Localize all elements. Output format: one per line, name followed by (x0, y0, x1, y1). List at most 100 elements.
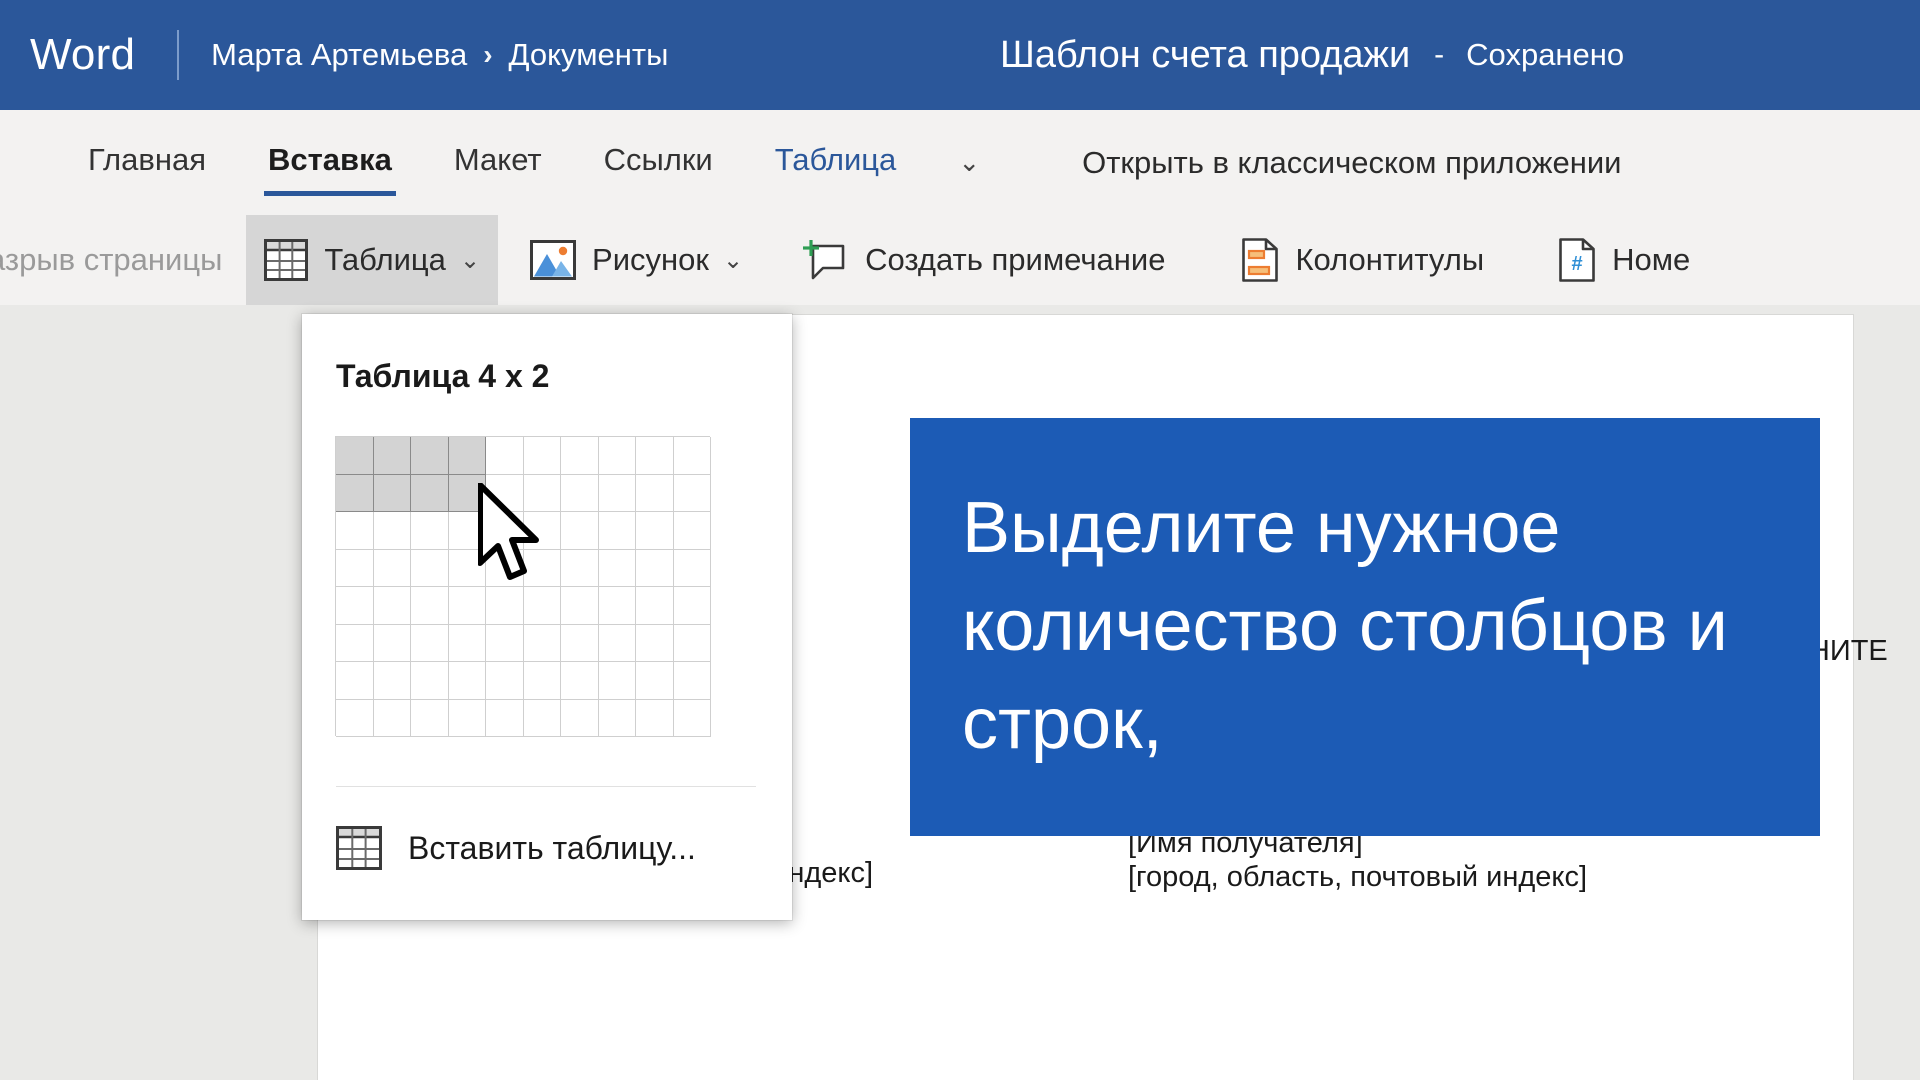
breadcrumb-owner[interactable]: Марта Артемьева (211, 37, 467, 73)
table-size-cell-9x7[interactable] (636, 662, 674, 700)
table-size-cell-7x8[interactable] (561, 699, 599, 737)
save-status-label[interactable]: Сохранено (1466, 37, 1624, 73)
table-size-cell-2x6[interactable] (373, 624, 411, 662)
table-size-cell-10x5[interactable] (673, 587, 711, 625)
table-size-cell-10x2[interactable] (673, 474, 711, 512)
table-size-cell-1x2[interactable] (336, 474, 374, 512)
toolbar-picture-button[interactable]: Рисунок ⌄ (512, 215, 761, 305)
table-size-cell-5x5[interactable] (486, 587, 524, 625)
tab-layout[interactable]: Макет (454, 142, 542, 184)
table-size-cell-3x4[interactable] (411, 549, 449, 587)
table-size-cell-2x4[interactable] (373, 549, 411, 587)
table-size-cell-5x7[interactable] (486, 662, 524, 700)
toolbar-table-button[interactable]: Таблица ⌄ (246, 215, 499, 305)
table-size-cell-1x1[interactable] (336, 437, 374, 475)
table-size-cell-6x8[interactable] (523, 699, 561, 737)
table-size-cell-6x7[interactable] (523, 662, 561, 700)
breadcrumb-folder[interactable]: Документы (509, 37, 669, 73)
table-size-cell-5x3[interactable] (486, 512, 524, 550)
table-size-cell-10x3[interactable] (673, 512, 711, 550)
table-size-cell-2x5[interactable] (373, 587, 411, 625)
table-size-cell-6x2[interactable] (523, 474, 561, 512)
table-size-cell-5x8[interactable] (486, 699, 524, 737)
table-size-cell-9x1[interactable] (636, 437, 674, 475)
table-size-cell-5x4[interactable] (486, 549, 524, 587)
document-title[interactable]: Шаблон счета продажи (1000, 34, 1410, 77)
table-size-cell-9x5[interactable] (636, 587, 674, 625)
table-size-cell-2x1[interactable] (373, 437, 411, 475)
table-size-cell-7x6[interactable] (561, 624, 599, 662)
chevron-down-icon[interactable]: ⌄ (958, 147, 980, 178)
table-size-cell-8x1[interactable] (598, 437, 636, 475)
table-size-cell-3x2[interactable] (411, 474, 449, 512)
table-size-cell-2x8[interactable] (373, 699, 411, 737)
table-size-cell-3x5[interactable] (411, 587, 449, 625)
insert-table-menu-item[interactable]: Вставить таблицу... (302, 806, 792, 890)
open-in-desktop-app-button[interactable]: Открыть в классическом приложении (1082, 145, 1621, 181)
table-size-cell-6x5[interactable] (523, 587, 561, 625)
table-size-cell-5x1[interactable] (486, 437, 524, 475)
table-size-cell-4x7[interactable] (448, 662, 486, 700)
table-size-cell-7x5[interactable] (561, 587, 599, 625)
table-size-cell-10x7[interactable] (673, 662, 711, 700)
table-size-cell-1x4[interactable] (336, 549, 374, 587)
table-size-picker[interactable] (335, 436, 711, 737)
table-size-cell-8x4[interactable] (598, 549, 636, 587)
table-size-cell-8x7[interactable] (598, 662, 636, 700)
table-size-cell-1x6[interactable] (336, 624, 374, 662)
table-size-cell-8x5[interactable] (598, 587, 636, 625)
table-size-cell-1x5[interactable] (336, 587, 374, 625)
table-size-cell-9x2[interactable] (636, 474, 674, 512)
table-size-cell-4x6[interactable] (448, 624, 486, 662)
table-size-cell-8x3[interactable] (598, 512, 636, 550)
table-size-cell-5x2[interactable] (486, 474, 524, 512)
table-size-cell-3x3[interactable] (411, 512, 449, 550)
table-size-cell-7x2[interactable] (561, 474, 599, 512)
table-size-cell-7x7[interactable] (561, 662, 599, 700)
table-size-cell-10x8[interactable] (673, 699, 711, 737)
table-size-cell-4x2[interactable] (448, 474, 486, 512)
table-size-cell-9x3[interactable] (636, 512, 674, 550)
table-size-cell-3x1[interactable] (411, 437, 449, 475)
toolbar-page-number-button[interactable]: # Номе (1540, 215, 1708, 305)
table-size-cell-1x3[interactable] (336, 512, 374, 550)
table-size-cell-2x2[interactable] (373, 474, 411, 512)
table-size-cell-8x2[interactable] (598, 474, 636, 512)
table-size-cell-8x6[interactable] (598, 624, 636, 662)
table-size-cell-7x1[interactable] (561, 437, 599, 475)
table-size-cell-7x3[interactable] (561, 512, 599, 550)
tab-table[interactable]: Таблица (775, 142, 897, 184)
table-size-cell-4x4[interactable] (448, 549, 486, 587)
table-size-cell-10x1[interactable] (673, 437, 711, 475)
table-size-cell-4x8[interactable] (448, 699, 486, 737)
table-dropdown-panel[interactable]: Таблица 4 x 2 Вставить таблицу... (302, 314, 792, 920)
table-size-cell-6x6[interactable] (523, 624, 561, 662)
toolbar-new-comment-button[interactable]: Создать примечание (783, 215, 1183, 305)
table-size-cell-10x4[interactable] (673, 549, 711, 587)
table-size-cell-6x3[interactable] (523, 512, 561, 550)
tab-references[interactable]: Ссылки (604, 142, 713, 184)
toolbar-page-break[interactable]: азрыв страницы (0, 215, 240, 305)
table-size-cell-5x6[interactable] (486, 624, 524, 662)
toolbar-header-footer-button[interactable]: Колонтитулы (1223, 215, 1502, 305)
table-size-cell-7x4[interactable] (561, 549, 599, 587)
table-size-cell-9x6[interactable] (636, 624, 674, 662)
table-size-cell-2x3[interactable] (373, 512, 411, 550)
table-size-cell-6x4[interactable] (523, 549, 561, 587)
table-size-cell-1x7[interactable] (336, 662, 374, 700)
table-size-cell-3x7[interactable] (411, 662, 449, 700)
table-size-cell-6x1[interactable] (523, 437, 561, 475)
tab-home[interactable]: Главная (88, 142, 206, 184)
table-size-cell-3x8[interactable] (411, 699, 449, 737)
table-size-cell-10x6[interactable] (673, 624, 711, 662)
table-size-cell-3x6[interactable] (411, 624, 449, 662)
table-size-grid[interactable] (335, 436, 711, 737)
table-size-cell-1x8[interactable] (336, 699, 374, 737)
table-size-cell-9x8[interactable] (636, 699, 674, 737)
tab-insert[interactable]: Вставка (264, 142, 396, 196)
table-size-cell-8x8[interactable] (598, 699, 636, 737)
table-size-cell-4x5[interactable] (448, 587, 486, 625)
table-size-cell-4x3[interactable] (448, 512, 486, 550)
table-size-cell-9x4[interactable] (636, 549, 674, 587)
table-size-cell-4x1[interactable] (448, 437, 486, 475)
